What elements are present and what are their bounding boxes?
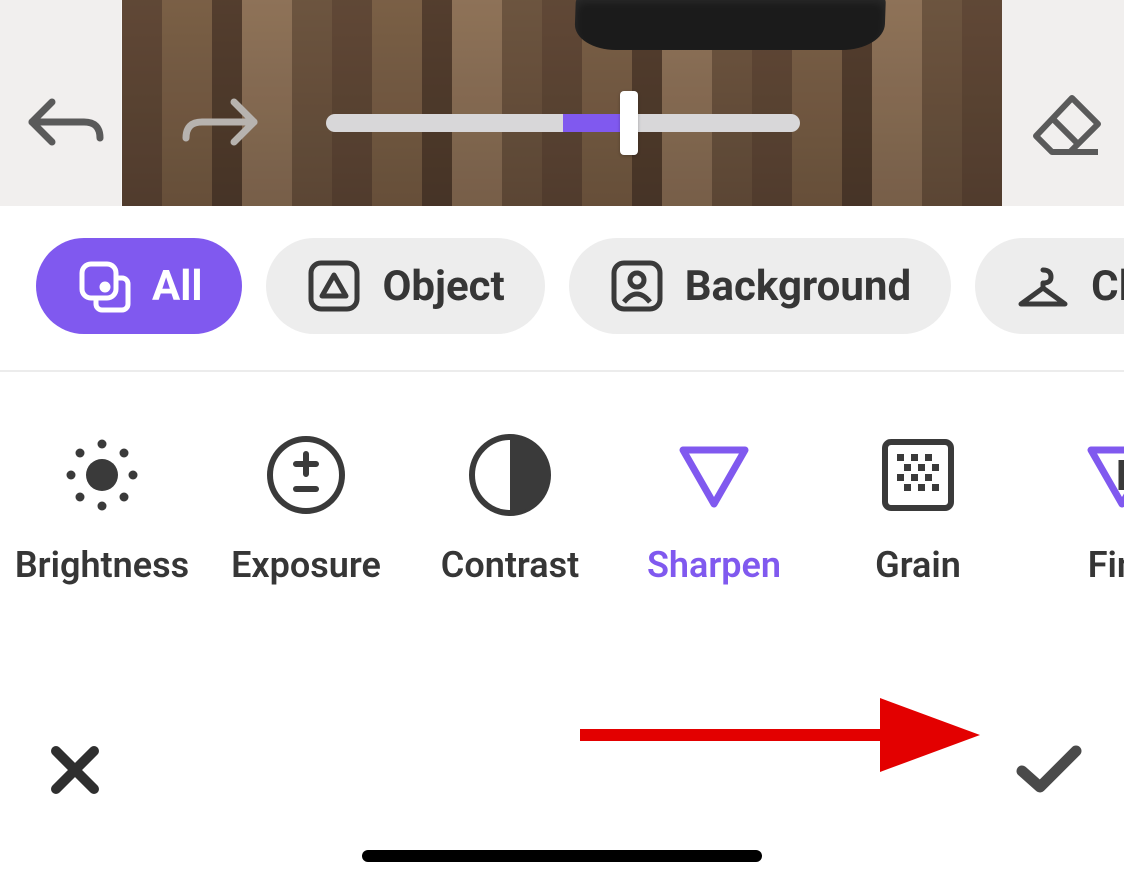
undo-button[interactable] bbox=[26, 92, 104, 154]
tool-label: Exposure bbox=[231, 544, 381, 586]
image-preview[interactable] bbox=[0, 0, 1124, 206]
category-tabs: All Object Background Clothes bbox=[0, 206, 1124, 372]
tool-label: Fine bbox=[1088, 544, 1124, 586]
close-icon bbox=[48, 743, 102, 797]
contrast-icon bbox=[469, 434, 551, 516]
tool-label: Sharpen bbox=[647, 544, 781, 586]
cancel-button[interactable] bbox=[40, 735, 110, 805]
tab-label: Object bbox=[382, 262, 504, 311]
fine-icon bbox=[1081, 434, 1124, 516]
tab-clothes[interactable]: Clothes bbox=[975, 238, 1124, 334]
tab-background[interactable]: Background bbox=[569, 238, 951, 334]
tab-object[interactable]: Object bbox=[266, 238, 544, 334]
undo-icon bbox=[26, 92, 104, 150]
confirm-button[interactable] bbox=[1014, 735, 1084, 805]
redo-button[interactable] bbox=[182, 92, 260, 154]
tool-contrast[interactable]: Contrast bbox=[408, 434, 612, 586]
slider-thumb[interactable] bbox=[620, 91, 638, 155]
tool-label: Brightness bbox=[15, 544, 189, 586]
tab-all[interactable]: All bbox=[36, 238, 242, 334]
tool-label: Contrast bbox=[441, 544, 579, 586]
person-icon bbox=[609, 258, 665, 314]
tool-brightness[interactable]: Brightness bbox=[0, 434, 204, 586]
tool-sharpen[interactable]: Sharpen bbox=[612, 434, 816, 586]
check-icon bbox=[1014, 743, 1084, 797]
triangle-icon bbox=[306, 258, 362, 314]
adjustment-tools: Brightness Exposure Contrast Sharpen bbox=[0, 372, 1124, 586]
tool-exposure[interactable]: Exposure bbox=[204, 434, 408, 586]
eraser-button[interactable] bbox=[1028, 90, 1104, 164]
grain-icon bbox=[877, 434, 959, 516]
image-detail bbox=[574, 0, 886, 50]
hanger-icon bbox=[1015, 258, 1071, 314]
tab-label: Clothes bbox=[1091, 262, 1124, 311]
tab-label: All bbox=[152, 262, 202, 311]
redo-icon bbox=[182, 92, 260, 150]
tool-grain[interactable]: Grain bbox=[816, 434, 1020, 586]
adjustment-slider[interactable] bbox=[326, 114, 800, 132]
confirm-bar bbox=[0, 710, 1124, 830]
eraser-icon bbox=[1028, 90, 1104, 160]
sharpen-icon bbox=[673, 434, 755, 516]
tool-fine[interactable]: Fine bbox=[1020, 434, 1124, 586]
exposure-icon bbox=[265, 434, 347, 516]
layers-icon bbox=[76, 258, 132, 314]
tab-label: Background bbox=[685, 262, 911, 311]
tool-label: Grain bbox=[875, 544, 961, 586]
brightness-icon bbox=[61, 434, 143, 516]
home-indicator bbox=[362, 850, 762, 862]
